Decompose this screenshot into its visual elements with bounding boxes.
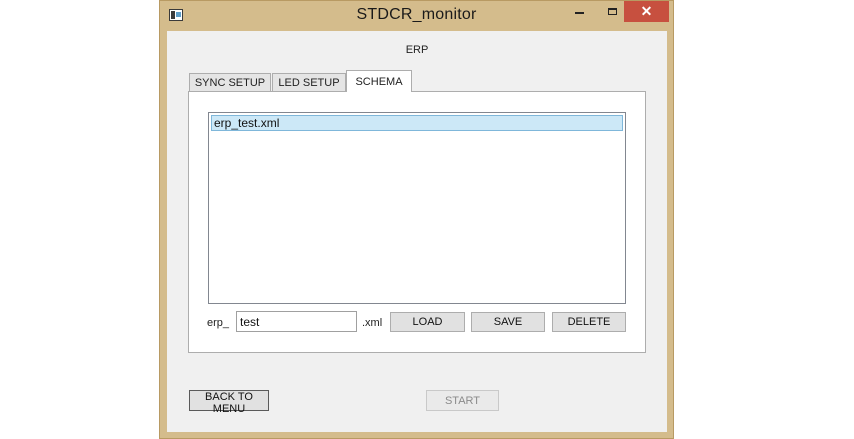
filename-prefix-label: erp_	[207, 317, 230, 329]
maximize-icon	[607, 7, 617, 15]
maximize-button[interactable]	[598, 1, 626, 21]
list-item[interactable]: erp_test.xml	[211, 115, 623, 131]
tab-sync-setup[interactable]: SYNC SETUP	[189, 73, 271, 91]
start-button: START	[426, 390, 499, 411]
load-button[interactable]: LOAD	[390, 312, 465, 332]
minimize-icon	[574, 12, 584, 14]
schema-tab-panel: erp_test.xml erp_ .xml LOAD SAVE DELETE	[188, 91, 646, 353]
close-icon: ✕	[640, 3, 653, 19]
schema-name-input[interactable]	[236, 311, 357, 332]
title-bar[interactable]: STDCR_monitor ✕	[160, 1, 673, 31]
schema-file-list[interactable]: erp_test.xml	[208, 112, 626, 304]
app-window: STDCR_monitor ✕ ERP SYNC SETUP LED SETUP…	[159, 0, 674, 439]
window-title: STDCR_monitor	[356, 6, 477, 23]
filename-suffix-label: .xml	[362, 317, 383, 329]
window-client-area: ERP SYNC SETUP LED SETUP SCHEMA erp_test…	[167, 31, 667, 432]
delete-button[interactable]: DELETE	[552, 312, 626, 332]
tab-led-setup[interactable]: LED SETUP	[272, 73, 346, 91]
tab-schema[interactable]: SCHEMA	[346, 70, 412, 92]
save-button[interactable]: SAVE	[471, 312, 545, 332]
close-button[interactable]: ✕	[624, 1, 669, 22]
minimize-button[interactable]	[565, 1, 593, 21]
back-to-menu-button[interactable]: BACK TO MENU	[189, 390, 269, 415]
page-title: ERP	[405, 44, 429, 56]
